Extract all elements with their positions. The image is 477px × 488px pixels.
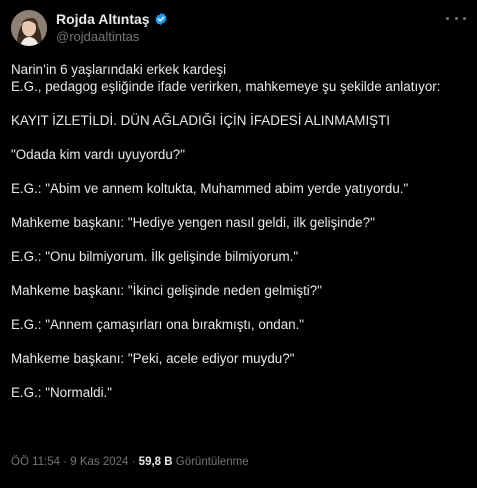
tweet-line: E.G.: "Annem çamaşırları ona bırakmıştı,…	[11, 317, 305, 332]
verified-badge-icon	[154, 12, 168, 26]
tweet-line: E.G., pedagog eşliğinde ifade verirken, …	[11, 79, 441, 94]
tweet-line: KAYIT İZLETİLDİ. DÜN AĞLADIĞI İÇİN İFADE…	[11, 113, 390, 128]
tweet: Rojda Altıntaş @rojdaaltintas Narin’in 6…	[0, 0, 477, 488]
tweet-line: Mahkeme başkanı: "Hediye yengen nasıl ge…	[11, 215, 375, 230]
tweet-line: Narin’in 6 yaşlarındaki erkek kardeşi	[11, 62, 227, 77]
tweet-line: Mahkeme başkanı: "İkinci gelişinde neden…	[11, 283, 322, 298]
tweet-line: Mahkeme başkanı: "Peki, acele ediyor muy…	[11, 351, 295, 366]
tweet-line: "Odada kim vardı uyuyordu?"	[11, 147, 185, 162]
meta-separator: ·	[131, 456, 139, 468]
tweet-time[interactable]: ÖÖ 11:54	[11, 456, 60, 468]
tweet-line: E.G.: "Abim ve annem koltukta, Muhammed …	[11, 181, 409, 196]
tweet-date[interactable]: 9 Kas 2024	[70, 456, 128, 468]
views-label: Görüntülenme	[175, 456, 249, 468]
avatar[interactable]	[11, 10, 47, 46]
tweet-text: Narin’in 6 yaşlarındaki erkek kardeşi E.…	[11, 61, 471, 401]
author-handle[interactable]: @rojdaaltintas	[56, 29, 139, 44]
views-count: 59,8 B	[138, 456, 173, 468]
author-name-row: Rojda Altıntaş	[56, 11, 168, 27]
tweet-line: E.G.: "Onu bilmiyorum. İlk gelişinde bil…	[11, 249, 299, 264]
more-options-icon[interactable]	[446, 12, 466, 24]
author-display-name[interactable]: Rojda Altıntaş	[56, 11, 150, 27]
tweet-line: E.G.: "Normaldi."	[11, 385, 113, 400]
tweet-meta: ÖÖ 11:54 · 9 Kas 2024 · 59,8 B Görüntüle…	[11, 456, 249, 468]
